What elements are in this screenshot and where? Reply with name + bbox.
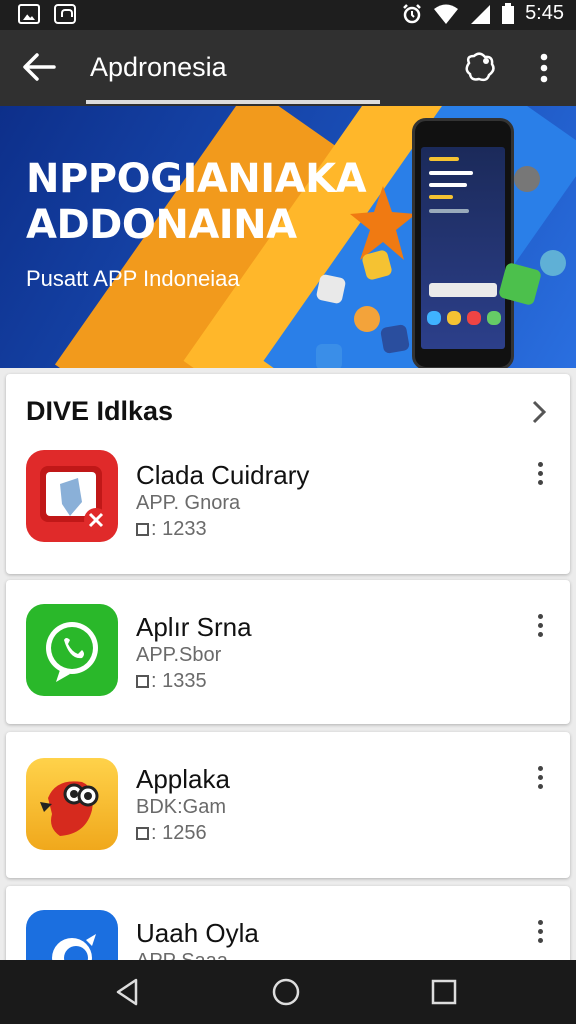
stat-prefix: : xyxy=(151,670,163,692)
app-card[interactable]: Aplır Srna APP.Sbor : 1335 xyxy=(6,580,570,724)
stat-prefix: : xyxy=(151,518,163,540)
stat-value: 1233 xyxy=(162,518,207,540)
stat-value: 1335 xyxy=(162,670,207,692)
stat-prefix: : xyxy=(151,822,163,844)
wifi-icon xyxy=(434,4,459,24)
stat-box-icon xyxy=(136,523,149,536)
promo-banner[interactable]: NPPOGIANIAKA ADDONAINA Pusatt APP Indone… xyxy=(0,106,576,368)
alarm-icon xyxy=(403,3,421,23)
share-icon[interactable] xyxy=(462,50,498,86)
app-stat: : 1335 xyxy=(136,670,207,693)
tab-indicator xyxy=(86,100,380,104)
yellow-bird-app-icon[interactable] xyxy=(26,758,118,850)
section-title: DIVE Idlkas xyxy=(26,396,174,426)
settings-app-icon xyxy=(316,344,342,368)
app-name: Clada Cuidrary xyxy=(136,460,310,490)
status-bar: 5:45 xyxy=(0,0,576,30)
app-category: APP.Sbor xyxy=(136,644,222,666)
app-menu-button[interactable] xyxy=(533,918,547,948)
app-stat: : 1256 xyxy=(136,822,207,845)
red-tablet-app-icon[interactable] xyxy=(26,450,118,542)
back-arrow-icon[interactable] xyxy=(22,52,56,82)
gallery-icon xyxy=(18,4,40,24)
app-name: Applaka xyxy=(136,764,230,794)
app-card[interactable]: DIVE Idlkas Clada Cuidrary APP. Gnora : … xyxy=(6,374,570,574)
banner-headline-line1: NPPOGIANIAKA xyxy=(26,156,367,202)
recents-square-icon[interactable] xyxy=(428,976,460,1008)
app-name: Aplır Srna xyxy=(136,612,252,642)
home-circle-icon[interactable] xyxy=(270,976,302,1008)
map-app-icon xyxy=(315,273,347,305)
chevron-right-icon[interactable] xyxy=(528,398,550,426)
app-menu-button[interactable] xyxy=(533,612,547,642)
app-category: BDK:Gam xyxy=(136,796,227,818)
system-nav-bar xyxy=(0,960,576,1024)
page-title: Apdronesia xyxy=(90,52,227,82)
app-card[interactable]: Applaka BDK:Gam : 1256 xyxy=(6,732,570,878)
banner-subtitle: Pusatt APP Indoneiaa xyxy=(26,266,240,291)
app-category: APP. Gnora xyxy=(136,492,241,514)
stat-box-icon xyxy=(136,675,149,688)
app-menu-button[interactable] xyxy=(533,764,547,794)
camera-app-icon xyxy=(354,306,380,332)
back-triangle-icon[interactable] xyxy=(112,976,144,1008)
app-menu-button[interactable] xyxy=(533,460,547,490)
bag-icon xyxy=(54,4,76,24)
app-bar: Apdronesia xyxy=(0,30,576,106)
battery-icon xyxy=(502,2,515,24)
signal-icon xyxy=(471,4,491,24)
status-time: 5:45 xyxy=(525,2,564,24)
overflow-menu-icon[interactable] xyxy=(530,50,558,86)
banner-headline-line2: ADDONAINA xyxy=(26,202,297,248)
globe-app-icon xyxy=(540,250,566,276)
app-stat: : 1233 xyxy=(136,518,207,541)
green-chat-app-icon[interactable] xyxy=(26,604,118,696)
app-name: Uaah Oyla xyxy=(136,918,259,948)
stat-value: 1256 xyxy=(162,822,207,844)
android-icon xyxy=(514,166,540,192)
phone-illustration xyxy=(412,118,514,368)
photo-app-icon xyxy=(379,323,411,355)
banner-headline: NPPOGIANIAKA ADDONAINA xyxy=(26,156,367,248)
stat-box-icon xyxy=(136,827,149,840)
